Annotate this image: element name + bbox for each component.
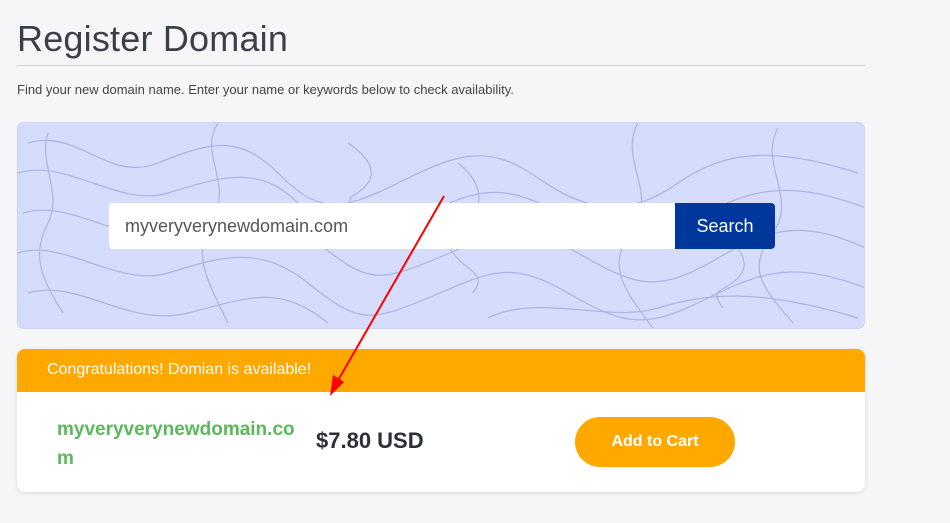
available-domain-name: myveryverynewdomain.com — [57, 419, 295, 469]
add-to-cart-button[interactable]: Add to Cart — [575, 417, 735, 467]
availability-status: Congratulations! Domian is available! — [17, 349, 865, 392]
page-title: Register Domain — [17, 18, 289, 59]
search-form: Search — [109, 203, 775, 249]
domain-price: $7.80 USD — [316, 428, 424, 453]
intro-text: Find your new domain name. Enter your na… — [17, 82, 514, 97]
domain-search-input[interactable] — [109, 203, 675, 249]
search-button[interactable]: Search — [675, 203, 775, 249]
domain-search-panel: Search — [17, 122, 865, 329]
availability-result-card: Congratulations! Domian is available! my… — [17, 349, 865, 492]
title-divider — [17, 65, 865, 66]
